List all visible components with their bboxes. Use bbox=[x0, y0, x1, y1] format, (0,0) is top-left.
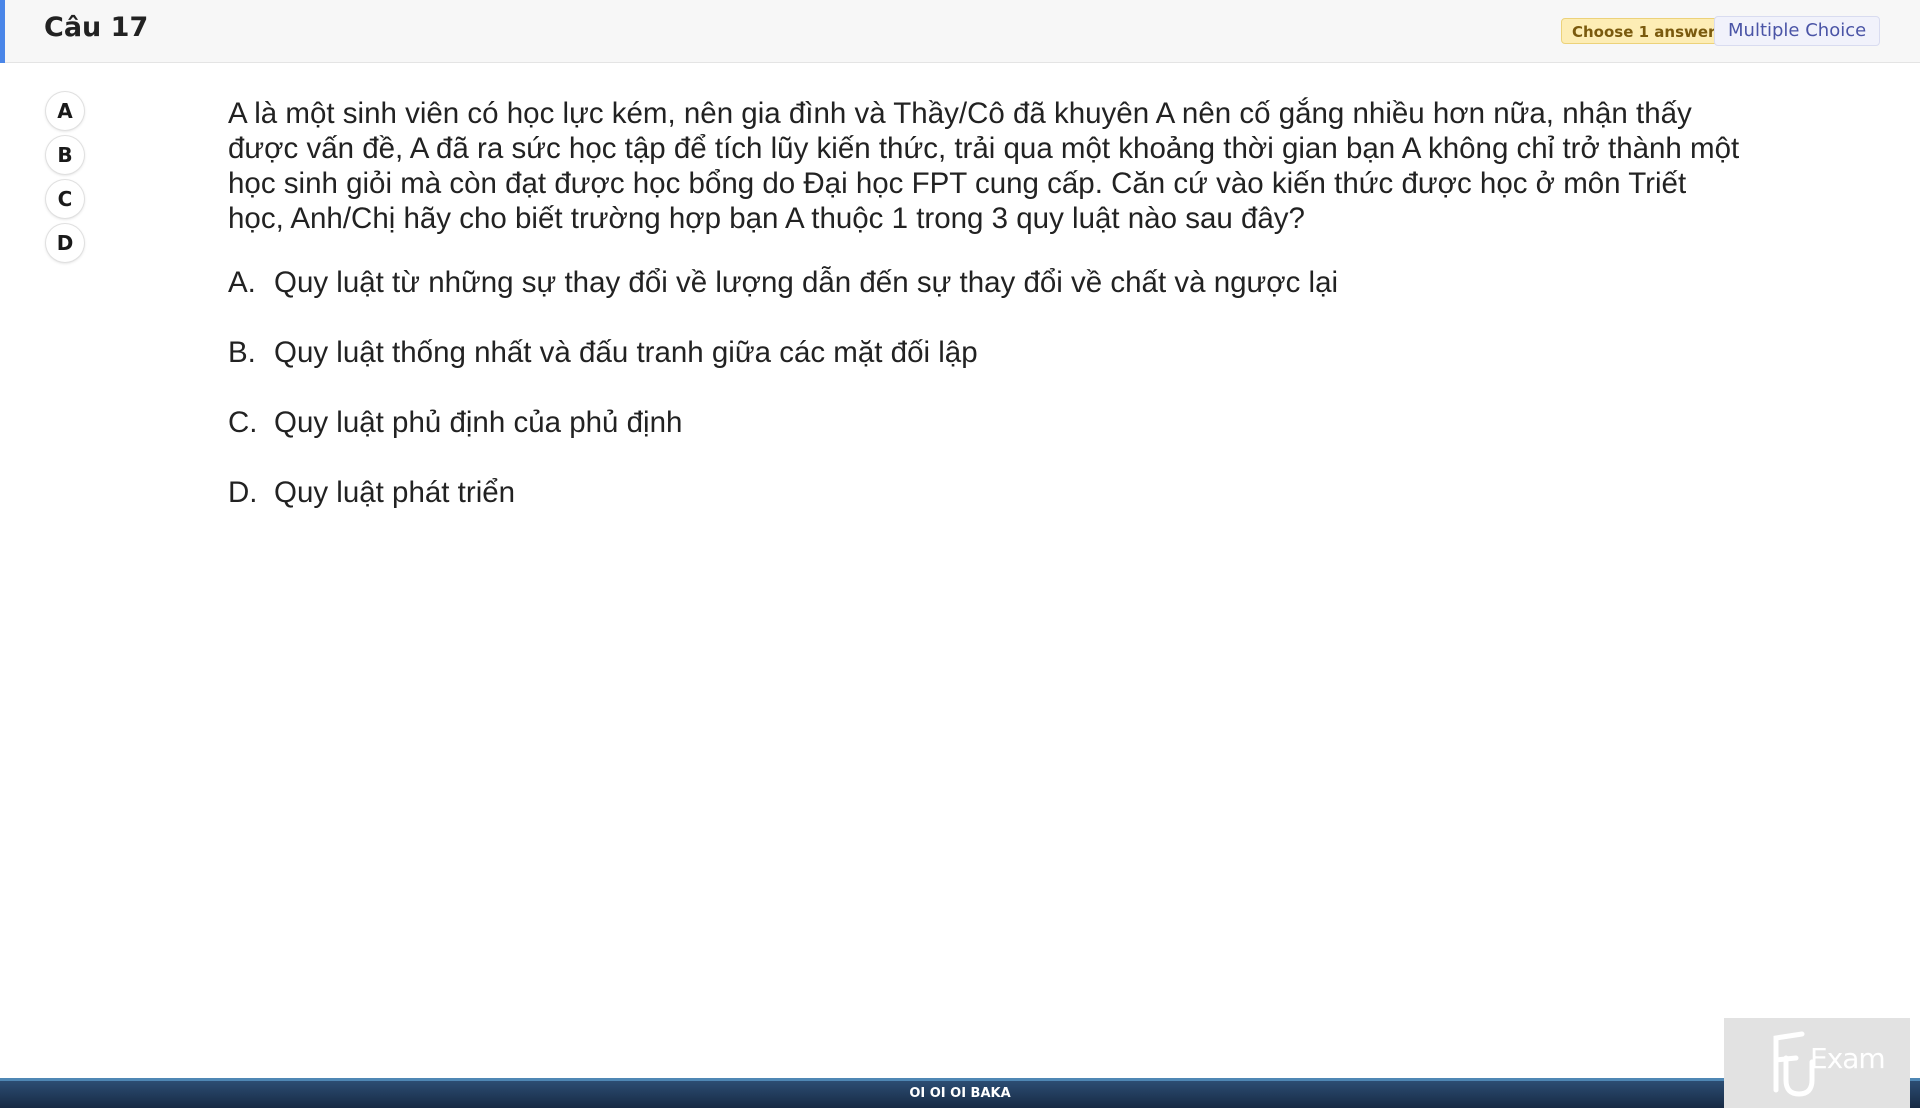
option-text: Quy luật thống nhất và đấu tranh giữa cá… bbox=[274, 336, 978, 369]
footer-bar: OI OI OI BAKA bbox=[0, 1078, 1920, 1108]
answer-button-c[interactable]: C bbox=[46, 180, 84, 218]
option-text: Quy luật từ những sự thay đổi về lượng d… bbox=[274, 266, 1339, 299]
question-content: A là một sinh viên có học lực kém, nên g… bbox=[228, 96, 1748, 545]
answer-button-d[interactable]: D bbox=[46, 224, 84, 262]
question-number: Câu 17 bbox=[44, 12, 149, 43]
header-accent-bar bbox=[0, 0, 5, 63]
option-letter: C. bbox=[228, 406, 258, 439]
option-c[interactable]: C. Quy luật phủ định của phủ định bbox=[228, 405, 1748, 440]
option-a[interactable]: A. Quy luật từ những sự thay đổi về lượn… bbox=[228, 265, 1748, 300]
answer-button-b[interactable]: B bbox=[46, 136, 84, 174]
question-text: A là một sinh viên có học lực kém, nên g… bbox=[228, 97, 1740, 235]
option-letter: B. bbox=[228, 336, 256, 369]
fu-exam-logo: Exam bbox=[1724, 1018, 1910, 1108]
question-header: Câu 17 Choose 1 answer Multiple Choice bbox=[0, 0, 1920, 63]
question-type-badge: Multiple Choice bbox=[1714, 16, 1881, 46]
option-list: A. Quy luật từ những sự thay đổi về lượn… bbox=[228, 265, 1748, 510]
option-letter: A. bbox=[228, 266, 256, 299]
choose-count-badge: Choose 1 answer bbox=[1561, 18, 1727, 44]
option-text: Quy luật phủ định của phủ định bbox=[274, 406, 683, 439]
logo-text: Exam bbox=[1810, 1042, 1886, 1075]
footer-text: OI OI OI BAKA bbox=[909, 1086, 1011, 1101]
answer-selector: A B C D bbox=[46, 92, 84, 268]
option-text: Quy luật phát triển bbox=[274, 476, 516, 509]
option-d[interactable]: D. Quy luật phát triển bbox=[228, 475, 1748, 510]
option-letter: D. bbox=[228, 476, 258, 509]
answer-button-a[interactable]: A bbox=[46, 92, 84, 130]
option-b[interactable]: B. Quy luật thống nhất và đấu tranh giữa… bbox=[228, 335, 1748, 370]
